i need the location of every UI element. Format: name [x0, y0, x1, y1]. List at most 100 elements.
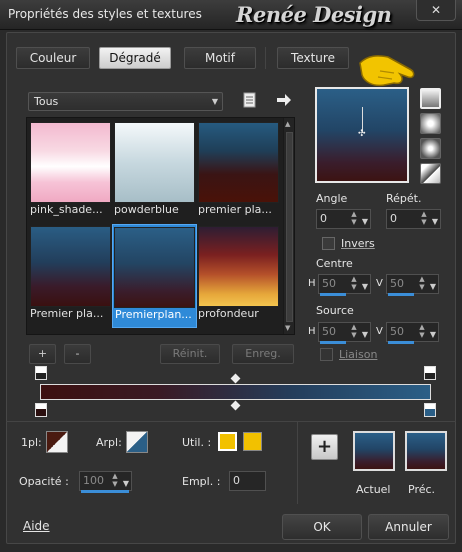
category-dropdown[interactable]: Tous ▼ — [28, 92, 223, 111]
center-v-value: 50 — [390, 277, 404, 290]
opacity-slider[interactable] — [81, 490, 129, 493]
spin-arrows-icon[interactable]: ▲ ▼ — [418, 323, 426, 339]
background-gradient-swatch[interactable] — [126, 431, 148, 453]
document-icon[interactable] — [242, 92, 257, 108]
repeat-label: Répét. — [386, 192, 422, 205]
add-gradient-button[interactable]: + — [29, 344, 56, 364]
spin-arrows-icon[interactable]: ▲ ▼ — [420, 210, 428, 226]
center-v-slider[interactable] — [388, 293, 414, 296]
first-plan-label: 1pl: — [21, 436, 42, 449]
scroll-thumb[interactable] — [286, 132, 293, 322]
gradient-item[interactable]: powderblue — [114, 122, 195, 216]
opacity-label: Opacité : — [19, 475, 69, 488]
radial-style-button[interactable] — [420, 138, 441, 159]
close-button[interactable]: ✕ — [416, 0, 456, 21]
current-swatch[interactable] — [353, 431, 395, 471]
arrow-right-icon[interactable] — [276, 93, 292, 107]
chevron-down-icon[interactable]: ▼ — [362, 213, 368, 231]
angle-input[interactable]: 0 ▲ ▼ ▼ — [316, 209, 371, 229]
source-v-slider[interactable] — [388, 341, 414, 344]
opacity-stop-right[interactable] — [424, 366, 436, 380]
spin-arrows-icon[interactable]: ▲ ▼ — [111, 472, 119, 488]
linear-style-button[interactable] — [420, 88, 441, 109]
window-title: Propriétés des styles et textures — [8, 7, 202, 21]
source-v-input[interactable]: 50 ▲ ▼ ▼ — [386, 322, 439, 344]
use-swatch-primary[interactable] — [218, 432, 237, 451]
save-gradient-button[interactable]: Enreg. — [232, 344, 294, 364]
gradient-label: Premierplan... — [115, 308, 192, 321]
spin-arrows-icon[interactable]: ▲ ▼ — [350, 323, 358, 339]
repeat-value: 0 — [390, 212, 397, 225]
chevron-down-icon[interactable]: ▼ — [432, 213, 438, 231]
use-swatch-secondary[interactable] — [243, 432, 262, 451]
divider — [6, 421, 456, 422]
spin-arrows-icon[interactable]: ▲ ▼ — [350, 275, 358, 291]
repeat-input[interactable]: 0 ▲ ▼ ▼ — [386, 209, 441, 229]
rectangular-style-button[interactable] — [420, 113, 441, 134]
add-to-swatches-button[interactable]: + — [311, 434, 338, 460]
category-value: Tous — [34, 95, 59, 108]
gradient-item[interactable]: profondeur — [198, 226, 279, 320]
help-link[interactable]: Aide — [23, 519, 50, 533]
source-label: Source — [316, 304, 354, 317]
source-h-value: 50 — [322, 325, 336, 338]
center-h-value: 50 — [322, 277, 336, 290]
current-label: Actuel — [356, 483, 391, 496]
tab-separator — [265, 47, 266, 69]
center-v-input[interactable]: 50 ▲ ▼ ▼ — [386, 274, 439, 296]
gradient-item[interactable]: pink_shade... — [30, 122, 111, 216]
gradient-list-scrollbar[interactable]: ▲ ▼ — [283, 118, 294, 334]
center-h-input[interactable]: 50 ▲ ▼ ▼ — [318, 274, 371, 296]
tab-motif[interactable]: Motif — [184, 47, 256, 69]
remove-gradient-button[interactable]: - — [64, 344, 91, 364]
scroll-down-icon[interactable]: ▼ — [285, 324, 290, 332]
location-label: Empl. : — [182, 475, 221, 488]
spin-arrows-icon[interactable]: ▲ ▼ — [418, 275, 426, 291]
source-h-slider[interactable] — [320, 341, 346, 344]
gradient-swatch — [198, 226, 279, 307]
previous-swatch[interactable] — [405, 431, 447, 471]
chevron-down-icon[interactable]: ▼ — [430, 278, 436, 296]
previous-label: Préc. — [408, 483, 436, 496]
angle-value: 0 — [320, 212, 327, 225]
center-h-slider[interactable] — [320, 293, 346, 296]
gradient-preview[interactable]: ✣ — [315, 87, 409, 183]
chevron-down-icon[interactable]: ▼ — [362, 278, 368, 296]
sunburst-style-button[interactable] — [420, 163, 441, 184]
gradient-editor-bar[interactable] — [40, 384, 431, 400]
gradient-swatch — [30, 122, 111, 203]
cancel-button[interactable]: Annuler — [368, 514, 449, 540]
gradient-swatch — [198, 122, 279, 203]
foreground-gradient-swatch[interactable] — [46, 431, 68, 453]
gradient-item-selected[interactable]: Premierplan... — [112, 224, 197, 328]
chevron-down-icon[interactable]: ▼ — [362, 326, 368, 344]
reset-button[interactable]: Réinit. — [160, 344, 220, 364]
title-bar: Propriétés des styles et textures Renée … — [0, 0, 462, 30]
gradient-label: Premier pla... — [30, 307, 104, 320]
gradient-item[interactable]: premier pla... — [198, 122, 279, 216]
invert-checkbox[interactable] — [322, 237, 335, 250]
gradient-label: powderblue — [114, 203, 179, 216]
opacity-input[interactable]: 100 ▲ ▼ ▼ — [79, 471, 132, 493]
tab-couleur[interactable]: Couleur — [16, 47, 90, 69]
divider-vertical — [297, 422, 298, 504]
color-stop-right[interactable] — [424, 403, 436, 417]
gradient-swatch — [30, 226, 111, 307]
gradient-item[interactable]: Premier pla... — [30, 226, 111, 320]
ok-button[interactable]: OK — [282, 514, 362, 540]
link-checkbox[interactable] — [320, 348, 333, 361]
gradient-editor-fill — [41, 385, 430, 399]
source-h-input[interactable]: 50 ▲ ▼ ▼ — [318, 322, 371, 344]
center-marker-icon[interactable]: ✣ — [358, 129, 366, 139]
angle-label: Angle — [316, 192, 348, 205]
opacity-stop-left[interactable] — [35, 366, 47, 380]
tab-texture[interactable]: Texture — [277, 47, 349, 69]
link-label: Liaison — [339, 348, 378, 361]
location-input[interactable]: 0 — [229, 471, 266, 491]
tab-degrade[interactable]: Dégradé — [99, 47, 171, 69]
spin-arrows-icon[interactable]: ▲ ▼ — [350, 210, 358, 226]
scroll-up-icon[interactable]: ▲ — [285, 120, 290, 128]
chevron-down-icon[interactable]: ▼ — [430, 326, 436, 344]
color-stop-left[interactable] — [35, 403, 47, 417]
gradient-label: profondeur — [198, 307, 259, 320]
